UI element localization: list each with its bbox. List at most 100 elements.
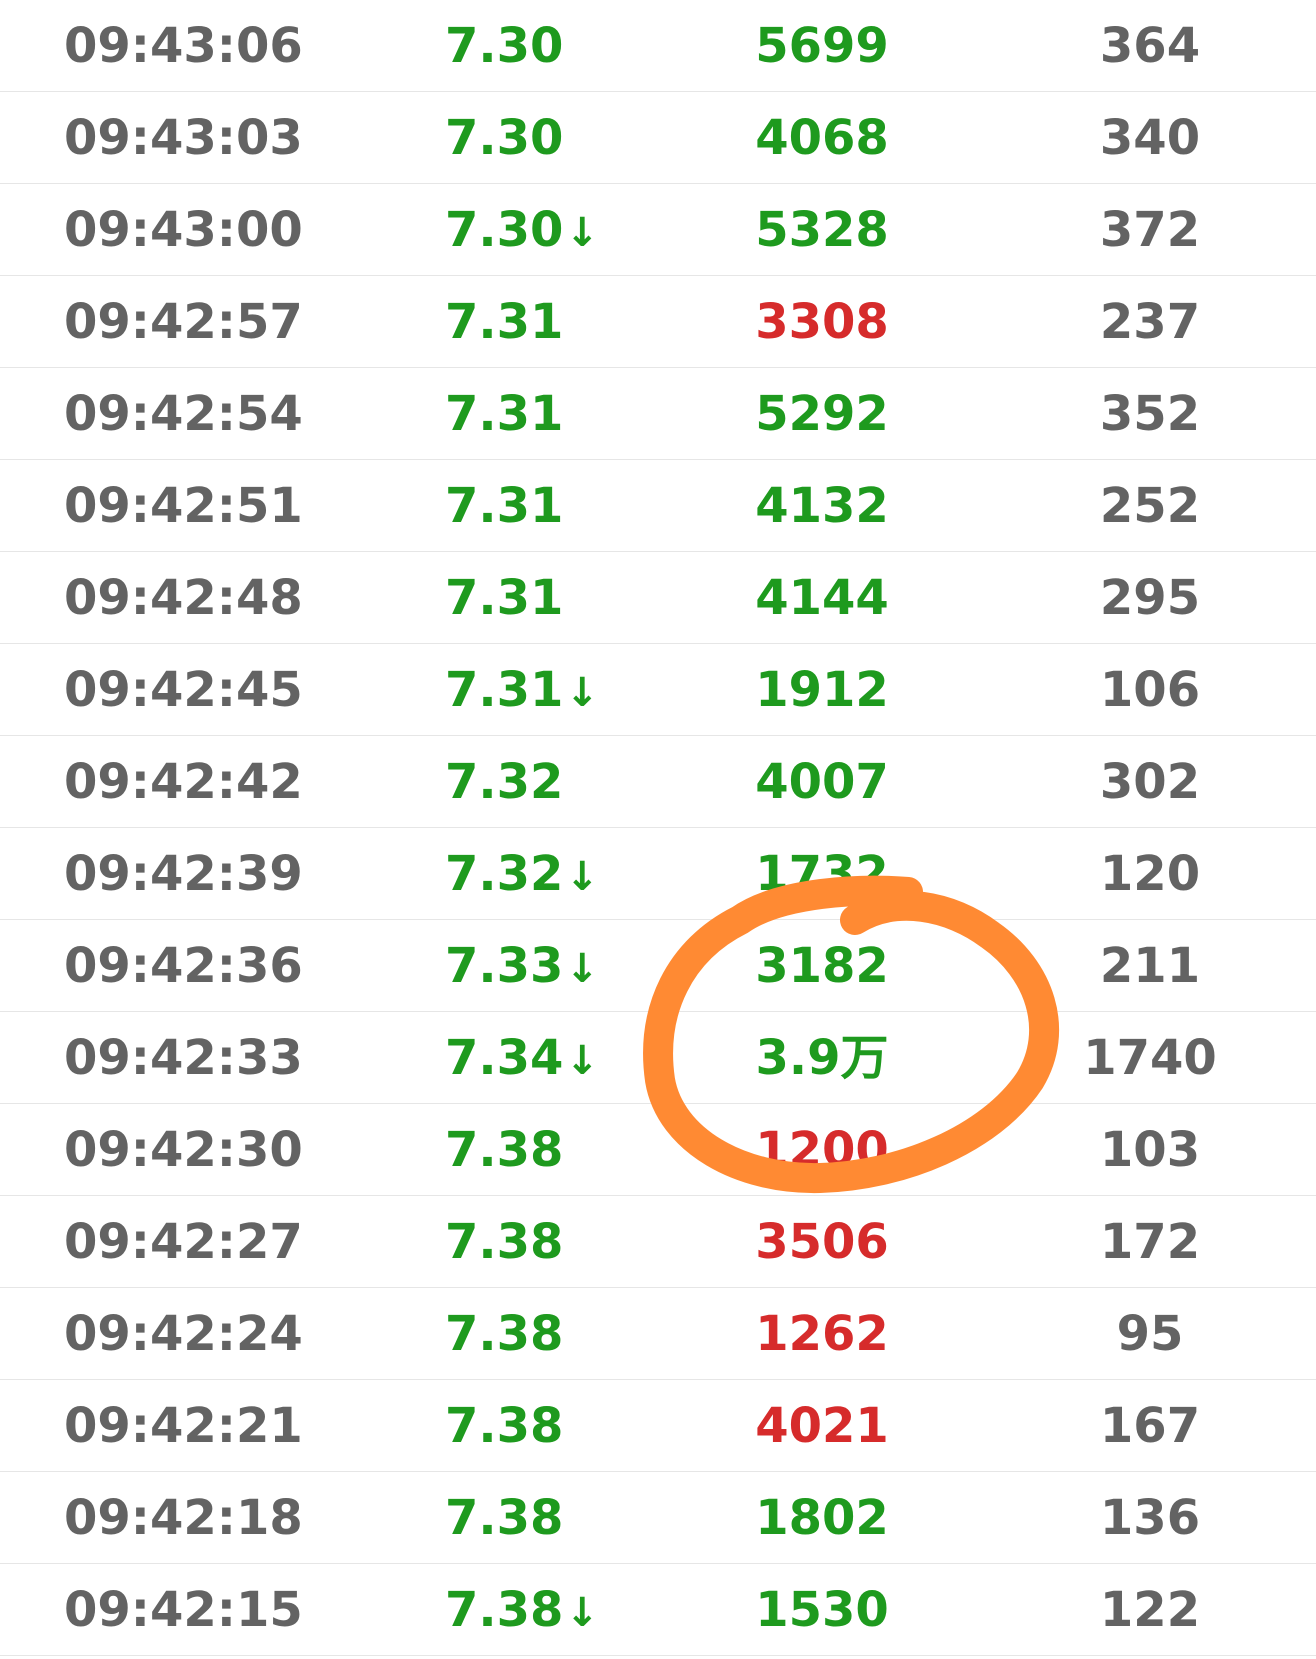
- trade-volume: 1802: [755, 1490, 889, 1546]
- trade-price-value: 7.32: [445, 754, 564, 810]
- tick-row[interactable]: 09:42:57 7.31 3308 237: [0, 276, 1316, 368]
- tick-row[interactable]: 09:42:24 7.38 1262 95: [0, 1288, 1316, 1380]
- trade-time: 09:42:15: [64, 1582, 303, 1638]
- down-arrow-icon: ↓: [565, 854, 599, 900]
- trade-time: 09:43:06: [64, 18, 303, 74]
- tick-row[interactable]: 09:42:45 7.31↓ 1912 106: [0, 644, 1316, 736]
- trade-price: 7.38↓: [445, 1564, 599, 1656]
- trade-volume: 1200: [755, 1122, 889, 1178]
- trade-price-value: 7.31: [445, 386, 564, 442]
- trade-count: 136: [1099, 1490, 1201, 1546]
- trade-price-value: 7.38: [445, 1398, 564, 1454]
- trade-price-value: 7.33: [445, 938, 564, 994]
- trade-price: 7.38: [445, 1472, 563, 1564]
- trade-price: 7.38: [445, 1288, 563, 1380]
- trade-count: 340: [1099, 110, 1201, 166]
- trade-price: 7.31: [445, 552, 563, 644]
- trade-price-value: 7.31: [445, 662, 564, 718]
- tick-row[interactable]: 09:42:39 7.32↓ 1732 120: [0, 828, 1316, 920]
- tick-row[interactable]: 09:42:18 7.38 1802 136: [0, 1472, 1316, 1564]
- trade-time: 09:42:24: [64, 1306, 303, 1362]
- tick-row[interactable]: 09:42:48 7.31 4144 295: [0, 552, 1316, 644]
- trade-price-value: 7.32: [445, 846, 564, 902]
- tick-row[interactable]: 09:42:33 7.34↓ 3.9万 1740: [0, 1012, 1316, 1104]
- trade-price-value: 7.30: [445, 18, 564, 74]
- trade-volume: 5292: [755, 386, 889, 442]
- trade-count: 252: [1099, 478, 1201, 534]
- trade-volume: 5328: [755, 202, 889, 258]
- trade-time: 09:42:39: [64, 846, 303, 902]
- trade-count: 120: [1099, 846, 1201, 902]
- trade-price: 7.31: [445, 460, 563, 552]
- trade-price: 7.31: [445, 276, 563, 368]
- trade-volume: 3182: [755, 938, 889, 994]
- trade-price-value: 7.38: [445, 1582, 564, 1638]
- trade-count: 372: [1099, 202, 1201, 258]
- trade-price: 7.31↓: [445, 644, 599, 736]
- trade-time: 09:43:03: [64, 110, 303, 166]
- trade-price: 7.38: [445, 1196, 563, 1288]
- trade-time: 09:42:18: [64, 1490, 303, 1546]
- trade-price-value: 7.38: [445, 1122, 564, 1178]
- tick-row[interactable]: 09:43:00 7.30↓ 5328 372: [0, 184, 1316, 276]
- trade-volume: 4132: [755, 478, 889, 534]
- tick-row[interactable]: 09:43:06 7.30 5699 364: [0, 0, 1316, 92]
- down-arrow-icon: ↓: [565, 670, 599, 716]
- trade-volume: 1530: [755, 1582, 889, 1638]
- tick-row[interactable]: 09:42:36 7.33↓ 3182 211: [0, 920, 1316, 1012]
- trade-volume: 4021: [755, 1398, 889, 1454]
- trade-time: 09:42:51: [64, 478, 303, 534]
- trade-count: 122: [1099, 1582, 1201, 1638]
- trade-price: 7.34↓: [445, 1012, 599, 1104]
- trade-count: 237: [1099, 294, 1201, 350]
- trade-volume: 3.9万: [755, 1030, 889, 1086]
- tick-list[interactable]: 09:43:06 7.30 5699 364 09:43:03 7.30 4068 340 09…: [0, 0, 1316, 1656]
- trade-count: 95: [1116, 1306, 1184, 1362]
- trade-count: 172: [1099, 1214, 1201, 1270]
- trade-price: 7.38: [445, 1104, 563, 1196]
- trade-price-value: 7.34: [445, 1030, 564, 1086]
- tick-row[interactable]: 09:42:21 7.38 4021 167: [0, 1380, 1316, 1472]
- trade-price-value: 7.30: [445, 202, 564, 258]
- tick-row[interactable]: 09:42:15 7.38↓ 1530 122: [0, 1564, 1316, 1656]
- trade-time: 09:42:54: [64, 386, 303, 442]
- trade-volume: 3506: [755, 1214, 889, 1270]
- trade-price-value: 7.30: [445, 110, 564, 166]
- trade-price: 7.31: [445, 368, 563, 460]
- down-arrow-icon: ↓: [565, 210, 599, 256]
- trade-time: 09:43:00: [64, 202, 303, 258]
- trade-volume: 4007: [755, 754, 889, 810]
- tick-row[interactable]: 09:42:54 7.31 5292 352: [0, 368, 1316, 460]
- trade-volume: 4144: [755, 570, 889, 626]
- trade-count: 1740: [1083, 1030, 1217, 1086]
- down-arrow-icon: ↓: [565, 946, 599, 992]
- trade-price-value: 7.31: [445, 294, 564, 350]
- trade-time: 09:42:21: [64, 1398, 303, 1454]
- trade-price-value: 7.38: [445, 1306, 564, 1362]
- trade-price: 7.30↓: [445, 184, 599, 276]
- trade-count: 364: [1099, 18, 1201, 74]
- trade-time: 09:42:48: [64, 570, 303, 626]
- tick-row[interactable]: 09:42:51 7.31 4132 252: [0, 460, 1316, 552]
- trade-price: 7.30: [445, 0, 563, 92]
- trade-price: 7.32: [445, 736, 563, 828]
- trade-count: 302: [1099, 754, 1201, 810]
- trade-time: 09:42:45: [64, 662, 303, 718]
- down-arrow-icon: ↓: [565, 1590, 599, 1636]
- tick-row[interactable]: 09:42:27 7.38 3506 172: [0, 1196, 1316, 1288]
- trade-price: 7.30: [445, 92, 563, 184]
- trade-time: 09:42:30: [64, 1122, 303, 1178]
- trade-time: 09:42:33: [64, 1030, 303, 1086]
- tick-row[interactable]: 09:42:42 7.32 4007 302: [0, 736, 1316, 828]
- trade-price: 7.38: [445, 1380, 563, 1472]
- trade-volume: 3308: [755, 294, 889, 350]
- trade-count: 167: [1099, 1398, 1201, 1454]
- trade-volume: 1912: [755, 662, 889, 718]
- tick-row[interactable]: 09:42:30 7.38 1200 103: [0, 1104, 1316, 1196]
- trade-volume: 1262: [755, 1306, 889, 1362]
- trade-time: 09:42:27: [64, 1214, 303, 1270]
- trade-count: 295: [1099, 570, 1201, 626]
- trade-volume: 5699: [755, 18, 889, 74]
- tick-row[interactable]: 09:43:03 7.30 4068 340: [0, 92, 1316, 184]
- trade-count: 352: [1099, 386, 1201, 442]
